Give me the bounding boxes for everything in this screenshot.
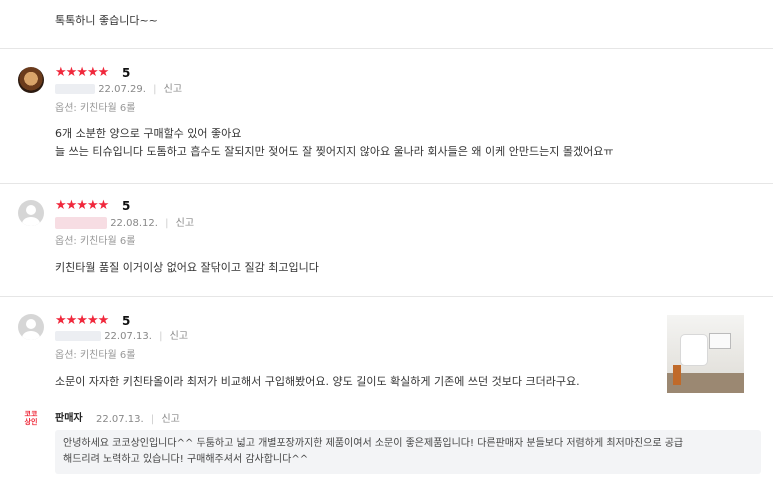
review-line: 소문이 자자한 키친타올이라 최저가 비교해서 구입해봤어요. 양도 길이도 확…: [55, 375, 580, 388]
review-line: 늘 쓰는 티슈입니다 도톰하고 흡수도 잘되지만 젖어도 잘 찢어지지 않아요 …: [55, 145, 614, 158]
meta-separator: |: [150, 414, 155, 425]
purchase-option: 옵션: 키친타월 6롤: [55, 103, 136, 114]
reply-line: 해드리려 노력하고 있습니다! 구매해주셔서 감사합니다^^: [63, 454, 309, 465]
previous-review-text: 톡톡하니 좋습니다~~: [55, 14, 158, 27]
star-rating: ★★★★★: [55, 65, 109, 80]
review-meta: 22.07.29. | 신고: [55, 84, 182, 96]
rating-score: 5: [122, 66, 131, 80]
report-link[interactable]: 신고: [161, 414, 179, 425]
photo-holder: [709, 333, 731, 349]
divider: [0, 48, 773, 49]
review-line: 6개 소분한 양으로 구매할수 있어 좋아요: [55, 127, 242, 140]
rating-score: 5: [122, 199, 131, 213]
default-avatar-icon[interactable]: [18, 314, 44, 340]
masked-user-id: [55, 84, 95, 94]
meta-separator: |: [153, 84, 157, 95]
review-date: 22.07.13.: [104, 331, 152, 342]
star-rating: ★★★★★: [55, 198, 109, 213]
purchase-option: 옵션: 키친타월 6롤: [55, 236, 136, 247]
reply-date: 22.07.13.: [96, 414, 144, 425]
review-date: 22.07.29.: [98, 84, 146, 95]
default-avatar-icon[interactable]: [18, 200, 44, 226]
seller-reply-meta: 22.07.13. | 신고: [96, 410, 180, 425]
reply-line: 안녕하세요 코코상인입니다^^ 두툼하고 넓고 개별포장까지한 제품이여서 소문…: [63, 438, 684, 449]
seller-logo: 코코 상인: [24, 410, 38, 426]
divider: [0, 296, 773, 297]
meta-separator: |: [159, 331, 163, 342]
meta-separator: |: [165, 218, 169, 229]
report-link[interactable]: 신고: [170, 331, 188, 342]
review-date: 22.08.12.: [110, 218, 158, 229]
photo-bottle: [673, 365, 681, 385]
review-photo-thumbnail[interactable]: [667, 315, 744, 393]
star-rating: ★★★★★: [55, 313, 109, 328]
report-link[interactable]: 신고: [164, 84, 182, 95]
purchase-option: 옵션: 키친타월 6롤: [55, 350, 136, 361]
seller-name: 판매자: [55, 413, 83, 424]
photo-paper-roll: [681, 335, 707, 365]
rating-score: 5: [122, 314, 131, 328]
review-text: 소문이 자자한 키친타올이라 최저가 비교해서 구입해봤어요. 양도 길이도 확…: [55, 373, 580, 391]
review-text: 6개 소분한 양으로 구매할수 있어 좋아요 늘 쓰는 티슈입니다 도톰하고 흡…: [55, 125, 613, 161]
report-link[interactable]: 신고: [176, 218, 194, 229]
review-meta: 22.07.13. | 신고: [55, 331, 188, 343]
seller-reply-box: 안녕하세요 코코상인입니다^^ 두툼하고 넓고 개별포장까지한 제품이여서 소문…: [55, 430, 761, 474]
review-line: 키친타월 품질 이거이상 없어요 잘닦이고 질감 최고입니다: [55, 261, 319, 274]
reviewer-avatar[interactable]: [18, 67, 44, 93]
masked-user-id: [55, 331, 101, 341]
review-meta: 22.08.12. | 신고: [55, 217, 194, 230]
review-text: 키친타월 품질 이거이상 없어요 잘닦이고 질감 최고입니다: [55, 259, 319, 277]
masked-user-id: [55, 217, 107, 229]
divider: [0, 183, 773, 184]
